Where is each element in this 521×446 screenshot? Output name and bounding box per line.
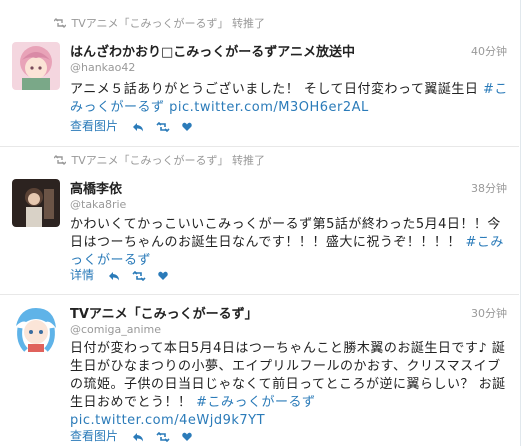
retweet-source[interactable]: TVアニメ「こみっくがーるず」 bbox=[72, 17, 229, 30]
tweet-text-main: アニメ５話ありがとうございました！ そして日付変わって翼誕生日 bbox=[70, 82, 483, 97]
avatar[interactable] bbox=[12, 42, 60, 90]
heart-icon[interactable] bbox=[157, 271, 168, 281]
hashtag-link[interactable]: #こみっくがーるず bbox=[196, 395, 315, 410]
author-name[interactable]: TVアニメ「こみっくがーるず」 bbox=[70, 303, 258, 322]
tweet-timestamp[interactable]: 38分钟 bbox=[471, 180, 507, 196]
author-handle[interactable]: @comiga_anime bbox=[70, 323, 161, 336]
reply-icon[interactable] bbox=[132, 122, 144, 132]
retweet-source[interactable]: TVアニメ「こみっくがーるず」 bbox=[72, 154, 229, 167]
tweet-item[interactable]: TVアニメ「こみっくがーるず」 转推了 高橋李依 @taka8rie 38分钟 … bbox=[0, 146, 519, 295]
tweet-text: かわいくてかっこいいこみっくがーるず第5話が終わった5月4日！！今日はつーちゃん… bbox=[70, 216, 508, 270]
retweet-context: TVアニメ「こみっくがーるず」 转推了 bbox=[53, 15, 266, 31]
avatar[interactable] bbox=[12, 304, 60, 352]
tweet-actions: 查看图片 bbox=[70, 117, 200, 134]
retweet-icon bbox=[53, 18, 67, 28]
retweet-icon[interactable] bbox=[156, 431, 170, 442]
details-link[interactable]: 详情 bbox=[70, 268, 94, 282]
retweet-label: 转推了 bbox=[232, 154, 266, 167]
tweet-actions: 详情 bbox=[70, 266, 176, 283]
view-media-link[interactable]: 查看图片 bbox=[70, 429, 118, 443]
tweet-timestamp[interactable]: 40分钟 bbox=[471, 43, 507, 59]
retweet-context: TVアニメ「こみっくがーるず」 转推了 bbox=[53, 152, 266, 168]
media-link[interactable]: pic.twitter.com/M3OH6er2AL bbox=[165, 100, 369, 115]
tweet-text: 日付が変わって本日5月4日はつーちゃんこと勝木翼のお誕生日です♪ 誕生日がひなま… bbox=[70, 340, 508, 430]
view-media-link[interactable]: 查看图片 bbox=[70, 119, 118, 133]
heart-icon[interactable] bbox=[181, 122, 192, 132]
retweet-icon[interactable] bbox=[132, 270, 146, 281]
retweet-icon[interactable] bbox=[156, 121, 170, 132]
reply-icon[interactable] bbox=[132, 432, 144, 442]
author-name[interactable]: はんざわかおり□こみっくがーるずアニメ放送中 bbox=[70, 41, 355, 60]
author-handle[interactable]: @hankao42 bbox=[70, 61, 135, 74]
tweet-item[interactable]: TVアニメ「こみっくがーるず」 @comiga_anime 30分钟 日付が変わ… bbox=[0, 294, 519, 446]
tweet-text-main: かわいくてかっこいいこみっくがーるず第5話が終わった5月4日！！今日はつーちゃん… bbox=[70, 217, 501, 250]
reply-icon[interactable] bbox=[108, 271, 120, 281]
tweet-actions: 查看图片 bbox=[70, 427, 200, 444]
avatar[interactable] bbox=[12, 179, 60, 227]
tweet-text: アニメ５話ありがとうございました！ そして日付変わって翼誕生日 #こみっくがーる… bbox=[70, 81, 508, 117]
author-name[interactable]: 高橋李依 bbox=[70, 178, 122, 197]
tweet-item[interactable]: TVアニメ「こみっくがーるず」 转推了 はんざわかおり□こみっくがーるずアニメ放… bbox=[0, 0, 519, 147]
heart-icon[interactable] bbox=[181, 432, 192, 442]
author-handle[interactable]: @taka8rie bbox=[70, 198, 126, 211]
media-link[interactable]: pic.twitter.com/4eWjd9k7YT bbox=[70, 413, 265, 428]
retweet-icon bbox=[53, 155, 67, 165]
retweet-label: 转推了 bbox=[232, 17, 266, 30]
tweet-timestamp[interactable]: 30分钟 bbox=[471, 305, 507, 321]
